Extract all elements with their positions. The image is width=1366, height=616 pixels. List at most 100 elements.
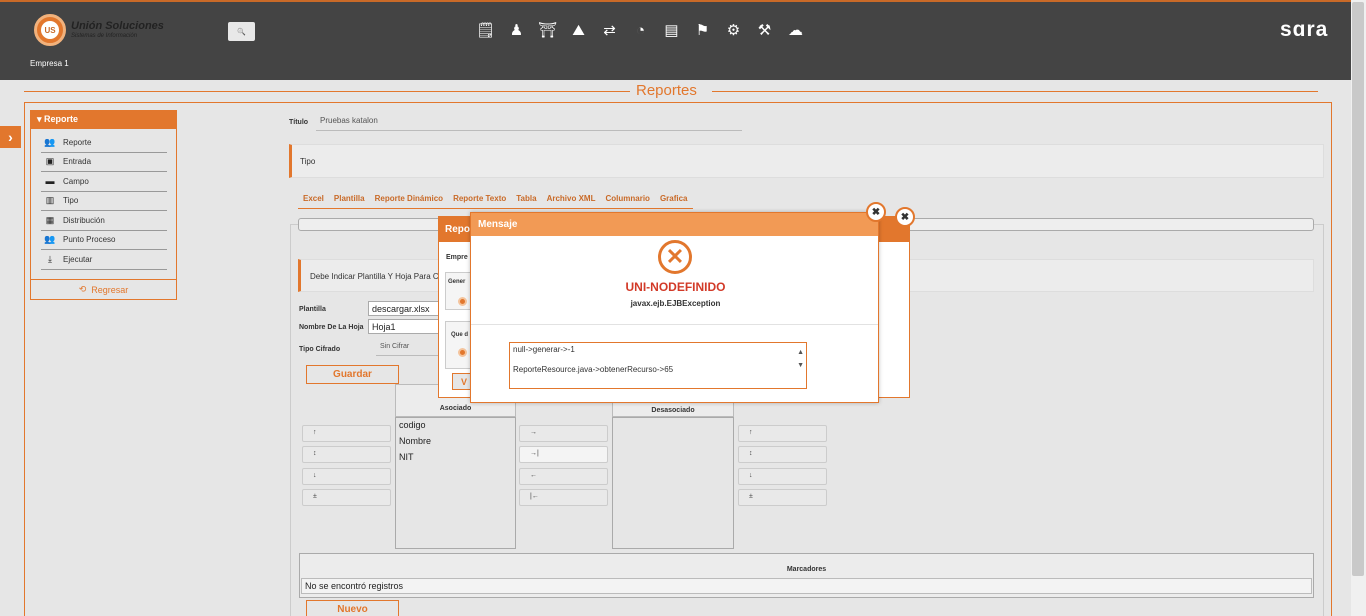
cifrado-select[interactable]: Sin Cifrar [376,341,440,356]
menu-item-distribucion[interactable]: ▦ Distribución [41,211,167,231]
menu-item-label: Campo [63,176,89,186]
top-header: US Unión Soluciones Sistemas de Informac… [0,0,1351,80]
desasociado-list[interactable] [612,417,734,549]
error-subtitle: javax.ejb.EJBException [630,299,721,308]
document-icon[interactable]: ▤ [660,20,683,40]
list-item[interactable]: codigo [396,418,515,434]
right-move-down-button[interactable]: ↓ [738,468,827,485]
side-menu: ▾ Reporte 👥 Reporte ▣ Entrada ▬ Campo ▥ … [30,110,177,300]
hoja-label: Nombre De La Hoja [299,324,364,331]
menu-item-label: Tipo [63,196,79,206]
chart-icon: ▦ [45,214,55,225]
tab-reporte-dinamico[interactable]: Reporte Dinámico [375,194,443,203]
tab-columnario[interactable]: Columnario [605,194,649,203]
move-bottom-button[interactable]: ± [302,489,391,506]
tab-reporte-texto[interactable]: Reporte Texto [453,194,506,203]
error-detail-textarea[interactable]: null->generar->-1 ReporteResource.java->… [509,342,807,389]
scrollbar-thumb[interactable] [1352,2,1364,576]
scroll-arrows-icon[interactable]: ▲ ▼ [797,346,804,372]
warning-text: Debe Indicar Plantilla Y Hoja Para C [310,272,439,281]
list-item[interactable]: NIT [396,450,515,466]
download-icon: ⤓ [48,253,52,264]
menu-item-label: Ejecutar [63,254,93,264]
move-up-button[interactable]: ↑ [302,425,391,442]
board-icon[interactable]: ⚑ [691,20,714,40]
plantilla-label: Plantilla [299,306,326,313]
tab-excel[interactable]: Excel [303,194,324,203]
menu-item-punto-proceso[interactable]: 👥 Punto Proceso [41,231,167,250]
sidebar-toggle-button[interactable]: › [0,126,21,148]
list-item[interactable]: Nombre [396,434,515,450]
move-down-button[interactable]: ↓ [302,468,391,485]
tab-plantilla[interactable]: Plantilla [334,194,365,203]
search-button[interactable]: 🔍 [228,22,255,41]
add-all-button[interactable]: →| [519,446,608,463]
close-icon[interactable]: ✖ [866,202,886,222]
close-icon[interactable]: ✖ [895,207,915,227]
message-dialog: Mensaje ✕ UNI-NODEFINIDO javax.ejb.EJBEx… [470,212,879,403]
remove-all-button[interactable]: |← [519,489,608,506]
remove-selected-button[interactable]: ← [519,468,608,485]
computer-icon: ▣ [45,156,55,167]
menu-item-entrada[interactable]: ▣ Entrada [41,153,167,172]
right-move-bottom-button[interactable]: ± [738,489,827,506]
message-dialog-title: Mensaje [471,213,878,236]
main-toolbar: 🗒 ♟ ⛩ ⛰ ⇄ ◔ ▤ ⚑ ⚙ ⚒ ☁ [474,20,807,40]
tree-icon[interactable]: ⛰ [567,20,590,40]
radio-option[interactable] [458,348,467,357]
app-logo[interactable]: US Unión Soluciones Sistemas de Informac… [34,14,164,46]
right-move-up-button[interactable]: ↑ [738,425,827,442]
gener-label: Gener [448,279,466,285]
hoja-input[interactable]: Hoja1 [368,319,440,334]
users-icon[interactable]: ♟ [505,20,528,40]
tab-archivo-xml[interactable]: Archivo XML [547,194,596,203]
field-icon: ▬ [45,176,55,187]
error-title: UNI-NODEFINIDO [625,280,726,294]
group-icon[interactable]: ☁ [784,20,807,40]
add-selected-button[interactable]: → [519,425,608,442]
menu-item-ejecutar[interactable]: ⤓ Ejecutar [41,250,167,270]
error-icon: ✕ [658,240,692,274]
report-icon[interactable]: 🗒 [474,20,497,40]
radio-option[interactable] [458,297,467,306]
menu-item-label: Reporte [63,137,92,147]
menu-item-label: Distribución [63,215,105,225]
tab-tabla[interactable]: Tabla [516,194,536,203]
file-icon: ▥ [45,195,55,206]
guardar-button[interactable]: Guardar [306,365,399,384]
network-icon[interactable]: ⚙ [722,20,745,40]
tipo-label: Tipo [300,157,316,166]
nuevo-button[interactable]: Nuevo [306,600,399,616]
right-reorder-button[interactable]: ↕ [738,446,827,463]
menu-header-label: Reporte [44,114,79,124]
logo-mark: US [34,14,66,46]
menu-item-reporte[interactable]: 👥 Reporte [41,133,167,153]
logo-subtitle: Sistemas de Información [71,33,138,39]
plantilla-input[interactable]: descargar.xlsx [368,301,440,316]
caret-down-icon: ▾ [37,114,42,124]
gift-icon[interactable]: ⛩ [536,20,559,40]
titulo-input[interactable]: Pruebas katalon [316,114,742,131]
menu-item-label: Entrada [63,157,92,167]
settings-icon[interactable]: ⚒ [753,20,776,40]
asociado-list[interactable]: codigo Nombre NIT [395,417,516,549]
tab-grafica[interactable]: Grafica [660,194,688,203]
timer-icon[interactable]: ◔ [629,20,652,40]
move-reorder-button[interactable]: ↕ [302,446,391,463]
exchange-icon[interactable]: ⇄ [598,20,621,40]
brand-logo: sɑra [1280,18,1329,41]
table-row: No se encontró registros [301,578,1312,594]
menu-item-label: Punto Proceso [63,235,116,245]
search-icon: 🔍 [237,28,246,36]
empresa-label: Empre [446,254,468,261]
marcadores-header: Marcadores [786,566,827,573]
divider [471,324,878,325]
logo-mark-text: US [41,21,59,39]
menu-item-campo[interactable]: ▬ Campo [41,172,167,192]
menu-header[interactable]: ▾ Reporte [31,111,176,129]
detail-line: ReporteResource.java->obtenerRecurso->65 [513,365,674,374]
tipo-section: Tipo [289,144,1324,178]
menu-item-tipo[interactable]: ▥ Tipo [41,192,167,211]
group-icon: 👥 [44,136,56,147]
back-button[interactable]: ⟲ Regresar [30,279,177,300]
